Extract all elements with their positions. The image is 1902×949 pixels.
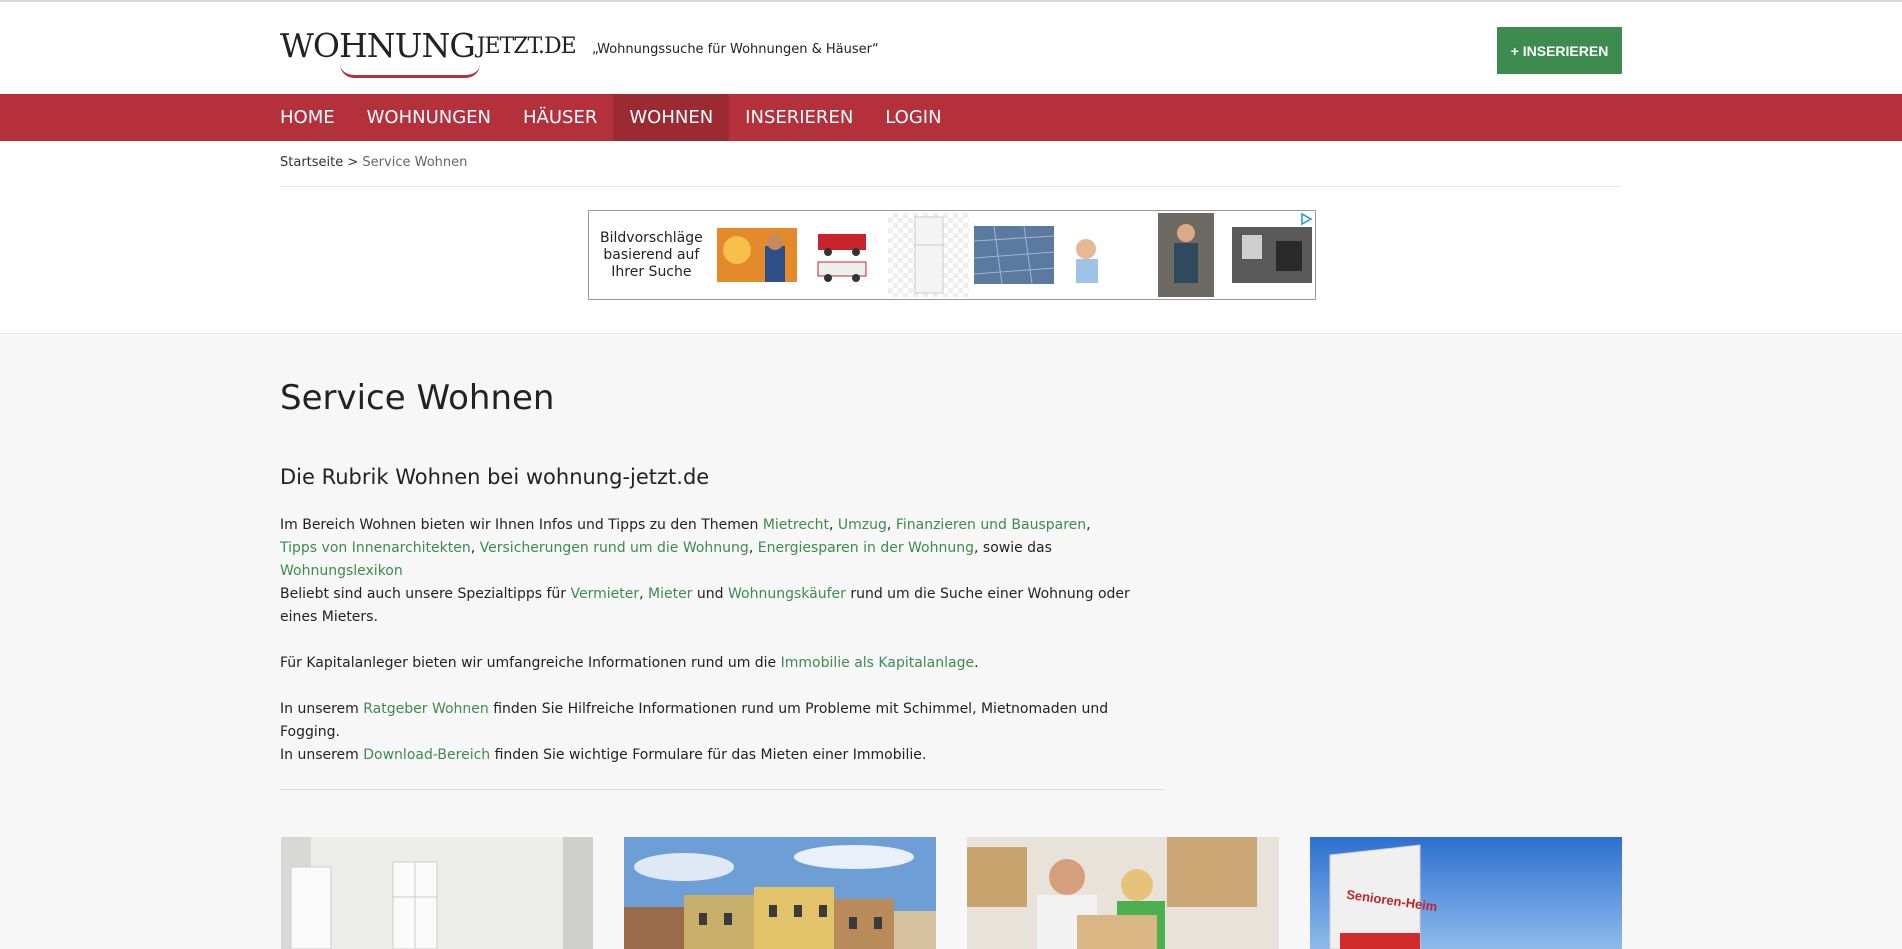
teaser-card-houses[interactable]	[624, 837, 936, 949]
breadcrumb-home-link[interactable]: Startseite	[280, 155, 343, 170]
link-energiesparen[interactable]: Energiesparen in der Wohnung	[758, 540, 974, 556]
text: In unserem	[280, 701, 364, 717]
breadcrumb-current: Service Wohnen	[362, 155, 468, 170]
empty-room-image	[281, 837, 593, 949]
link-finanzieren[interactable]: Finanzieren und Bausparen	[896, 517, 1086, 533]
link-wohnungskaeufer[interactable]: Wohnungskäufer	[728, 586, 846, 602]
text: und	[692, 586, 728, 602]
text: , sowie das	[974, 540, 1052, 556]
ad-thumb-fire-truck[interactable]	[802, 213, 884, 297]
text: In unserem	[280, 747, 364, 763]
ad-thumb-fridge[interactable]	[887, 213, 970, 297]
text: ,	[1086, 517, 1091, 533]
ad-thumb-child[interactable]	[1059, 213, 1141, 297]
text: ,	[829, 517, 838, 533]
breadcrumb-separator: >	[343, 155, 363, 170]
tagline: „Wohnungssuche für Wohnungen & Häuser“	[592, 42, 879, 57]
text: ,	[748, 540, 758, 556]
ad-thumb-solar-panel[interactable]	[973, 213, 1055, 297]
breadcrumb-divider	[280, 186, 1622, 187]
nav-item-home[interactable]: HOME	[264, 94, 351, 141]
section-title: Die Rubrik Wohnen bei wohnung-jetzt.de	[280, 465, 710, 489]
download-paragraph: In unserem Download-Bereich finden Sie w…	[280, 744, 1130, 767]
investors-paragraph: Für Kapitalanleger bieten wir umfangreic…	[280, 652, 1130, 675]
text: Für Kapitalanleger bieten wir umfangreic…	[280, 655, 781, 671]
nav-item-wohnungen[interactable]: WOHNUNGEN	[351, 94, 507, 141]
text: finden Sie wichtige Formulare für das Mi…	[490, 747, 927, 763]
link-vermieter[interactable]: Vermieter	[570, 586, 639, 602]
ad-banner[interactable]: Bildvorschläge basierend auf Ihrer Suche	[588, 210, 1316, 300]
teaser-card-room[interactable]	[281, 837, 593, 949]
text: Im Bereich Wohnen bieten wir Ihnen Infos…	[280, 517, 763, 533]
nav-item-login[interactable]: LOGIN	[869, 94, 957, 141]
link-mieter[interactable]: Mieter	[648, 586, 692, 602]
nav-item-inserieren[interactable]: INSERIEREN	[729, 94, 869, 141]
nav-item-haeuser[interactable]: HÄUSER	[507, 94, 613, 141]
site-logo[interactable]: WOHNUNG JETZT.DE	[280, 26, 577, 78]
intro-paragraph: Im Bereich Wohnen bieten wir Ihnen Infos…	[280, 514, 1130, 583]
link-innenarchitekten[interactable]: Tipps von Innenarchitekten	[280, 540, 471, 556]
logo-swoosh-icon	[340, 64, 480, 78]
text: ,	[639, 586, 648, 602]
special-tips-paragraph: Beliebt sind auch unsere Spezialtipps fü…	[280, 583, 1130, 629]
link-download-bereich[interactable]: Download-Bereich	[363, 747, 490, 763]
main-nav: HOME WOHNUNGEN HÄUSER WOHNEN INSERIEREN …	[0, 94, 1902, 141]
header: WOHNUNG JETZT.DE „Wohnungssuche für Wohn…	[0, 2, 1902, 94]
text: Beliebt sind auch unsere Spezialtipps fü…	[280, 586, 571, 602]
teaser-card-moving[interactable]	[967, 837, 1279, 949]
link-kapitalanlage[interactable]: Immobilie als Kapitalanlage	[781, 655, 974, 671]
link-wohnungslexikon[interactable]: Wohnungslexikon	[280, 563, 403, 579]
moving-couple-image	[967, 837, 1279, 949]
houses-facade-image	[624, 837, 936, 949]
content-divider	[280, 789, 1165, 790]
link-versicherungen[interactable]: Versicherungen rund um die Wohnung	[480, 540, 749, 556]
nav-item-wohnen[interactable]: WOHNEN	[613, 94, 730, 141]
text: ,	[886, 517, 896, 533]
logo-main-text: WOHNUNG	[280, 26, 476, 65]
link-umzug[interactable]: Umzug	[838, 517, 887, 533]
logo-sub-text: JETZT.DE	[476, 34, 577, 59]
breadcrumb-area: Startseite > Service Wohnen Bildvorschlä…	[0, 141, 1902, 334]
ratgeber-paragraph: In unserem Ratgeber Wohnen finden Sie Hi…	[280, 698, 1130, 744]
page-title: Service Wohnen	[280, 378, 555, 418]
ad-text: Bildvorschläge basierend auf Ihrer Suche	[600, 229, 703, 280]
ad-thumb-fire-child[interactable]	[716, 213, 798, 297]
adchoices-icon[interactable]	[1299, 212, 1313, 226]
text: .	[974, 655, 979, 671]
link-mietrecht[interactable]: Mietrecht	[763, 517, 829, 533]
ad-thumb-boy[interactable]	[1145, 213, 1227, 297]
insert-listing-button[interactable]: + INSERIEREN	[1497, 27, 1622, 74]
link-ratgeber-wohnen[interactable]: Ratgeber Wohnen	[363, 701, 489, 717]
text: ,	[470, 540, 480, 556]
breadcrumb: Startseite > Service Wohnen	[280, 155, 467, 170]
teaser-card-seniors-home[interactable]: Senioren-Heim	[1310, 837, 1622, 949]
